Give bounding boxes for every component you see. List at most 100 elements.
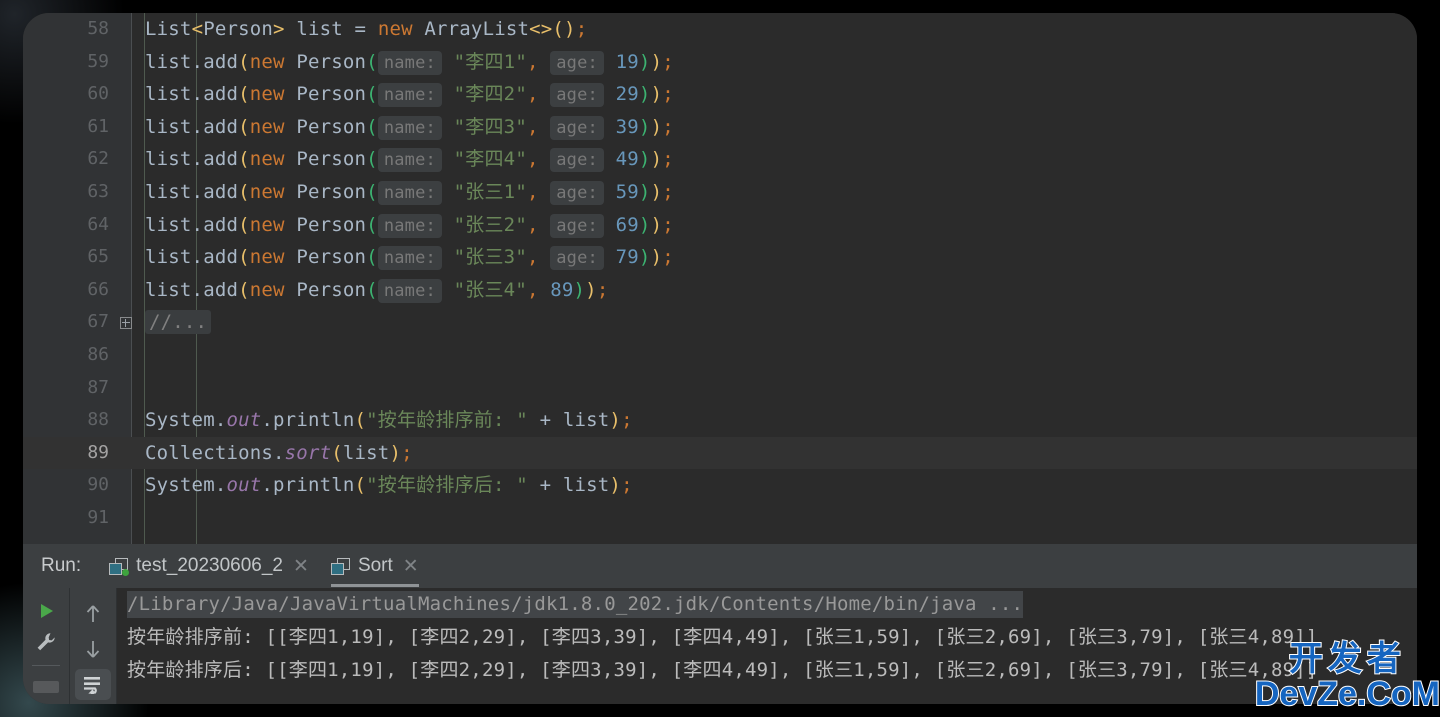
token-paren-g: ) — [638, 148, 651, 171]
editor-line[interactable]: 91 — [23, 502, 1417, 535]
run-tab-label: Sort — [357, 555, 393, 576]
line-code: System.out.println("按年龄排序前: " + list); — [145, 404, 633, 437]
line-code: list.add(new Person(name: "李四2", age: 29… — [145, 78, 674, 112]
line-number: 86 — [87, 343, 109, 365]
token-sem: ; — [662, 115, 674, 138]
line-number: 89 — [87, 441, 109, 463]
line-code: System.out.println("按年龄排序后: " + list); — [145, 469, 633, 502]
code-editor[interactable]: 58 List<Person> list = new ArrayList<>();… — [23, 13, 1417, 544]
token-sem: ; — [662, 213, 674, 236]
token-paren-y: ) — [650, 180, 663, 203]
editor-line[interactable]: 90 System.out.println("按年龄排序后: " + list); — [23, 469, 1417, 502]
token-paren-g: ( — [366, 148, 378, 171]
editor-line[interactable]: 58 List<Person> list = new ArrayList<>(); — [23, 13, 1417, 46]
token-plain: Person — [284, 180, 367, 203]
close-icon[interactable]: ✕ — [293, 557, 309, 576]
token-kw: new — [249, 115, 285, 138]
token-str: "李四4" — [453, 148, 527, 171]
token-paren-g: ) — [638, 180, 651, 203]
console-output-line: 按年龄排序前: [[李四1,19], [李四2,29], [李四3,39], [… — [127, 626, 1318, 648]
token-num: 29 — [615, 83, 639, 106]
token-angle: <> — [529, 18, 553, 40]
editor-line[interactable]: 59 list.add(new Person(name: "李四1", age: … — [23, 46, 1417, 79]
editor-line[interactable]: 88 System.out.println("按年龄排序前: " + list); — [23, 404, 1417, 437]
editor-line[interactable]: 67 //... — [23, 306, 1417, 339]
line-number: 58 — [87, 18, 109, 39]
wrench-settings-icon[interactable] — [28, 628, 64, 654]
fold-expand-icon[interactable] — [120, 316, 132, 329]
token-paren-g: ) — [638, 246, 651, 269]
run-tab[interactable]: Sort ✕ — [327, 544, 423, 588]
editor-line[interactable]: 89 Collections.sort(list); — [23, 436, 1417, 470]
token-sem: ; — [662, 180, 674, 203]
line-number: 88 — [87, 409, 109, 431]
run-config-icon — [330, 557, 350, 575]
arrow-down-icon[interactable] — [75, 633, 111, 664]
token-plain: list.add — [145, 83, 239, 106]
run-play-icon[interactable] — [28, 598, 64, 624]
token-sem: ; — [662, 246, 674, 269]
editor-line[interactable]: 63 list.add(new Person(name: "张三1", age: … — [23, 176, 1417, 209]
console-output[interactable]: /Library/Java/JavaVirtualMachines/jdk1.8… — [117, 588, 1417, 704]
editor-line[interactable]: 87 — [23, 372, 1417, 405]
editor-line[interactable]: 66 list.add(new Person(name: "张三4", 89)); — [23, 274, 1417, 307]
editor-line[interactable]: 86 — [23, 339, 1417, 372]
token-hint: name: — [377, 180, 442, 205]
line-code: //... — [145, 306, 212, 339]
token-str: "张三4" — [453, 278, 527, 301]
token-paren-y: ) — [650, 246, 663, 269]
line-code: list.add(new Person(name: "李四3", age: 39… — [145, 111, 674, 145]
arrow-up-icon[interactable] — [75, 598, 111, 629]
soft-wrap-icon[interactable] — [75, 668, 111, 700]
token-sem: , — [526, 115, 539, 138]
editor-line[interactable]: 64 list.add(new Person(name: "张三2", age: … — [23, 209, 1417, 242]
token-kw: new — [249, 213, 285, 236]
token-plain: + list — [527, 409, 610, 432]
close-icon[interactable]: ✕ — [403, 557, 419, 576]
editor-line[interactable]: 65 list.add(new Person(name: "张三3", age: … — [23, 241, 1417, 274]
editor-line[interactable]: 62 list.add(new Person(name: "李四4", age: … — [23, 143, 1417, 176]
token-sem: , — [526, 148, 539, 171]
token-kw: new — [249, 83, 285, 106]
line-number: 66 — [87, 278, 109, 300]
run-config-icon — [109, 557, 130, 576]
token-hint: name: — [377, 246, 442, 271]
token-plain: System. — [145, 474, 227, 497]
token-plain: list — [342, 441, 390, 464]
token-paren-y: ( — [238, 50, 250, 73]
token-plain: Collections. — [145, 441, 285, 464]
console-command-text: /Library/Java/JavaVirtualMachines/jdk1.8… — [127, 591, 1024, 618]
editor-line[interactable]: 61 list.add(new Person(name: "李四3", age: … — [23, 111, 1417, 144]
token-plain: Person — [284, 246, 367, 269]
token-paren-y: ( — [354, 474, 367, 497]
run-tab[interactable]: test_20230606_2 ✕ — [105, 544, 313, 588]
token-plain: Person — [284, 83, 367, 106]
token-paren-y: ) — [650, 115, 663, 138]
console-command-line[interactable]: /Library/Java/JavaVirtualMachines/jdk1.8… — [127, 588, 1417, 621]
token-num: 59 — [615, 180, 639, 203]
screen-root: 58 List<Person> list = new ArrayList<>();… — [0, 0, 1440, 717]
token-str: "李四2" — [453, 83, 527, 106]
token-paren-y: ( — [238, 115, 250, 138]
token-hint: age: — [550, 50, 604, 75]
token-kw: new — [249, 278, 285, 301]
token-kw: new — [377, 18, 413, 40]
stop-button-partial[interactable] — [28, 674, 64, 700]
token-paren-y: () — [552, 18, 576, 40]
token-plain: Person — [284, 148, 367, 171]
editor-line[interactable]: 60 list.add(new Person(name: "李四2", age: … — [23, 78, 1417, 111]
token-plain: List — [145, 18, 192, 40]
toolbar-divider — [32, 664, 60, 666]
token-sem: ; — [621, 474, 633, 497]
token-paren-g: ( — [366, 246, 378, 269]
line-code: list.add(new Person(name: "张三3", age: 79… — [145, 241, 674, 275]
token-paren-g: ) — [573, 278, 586, 301]
